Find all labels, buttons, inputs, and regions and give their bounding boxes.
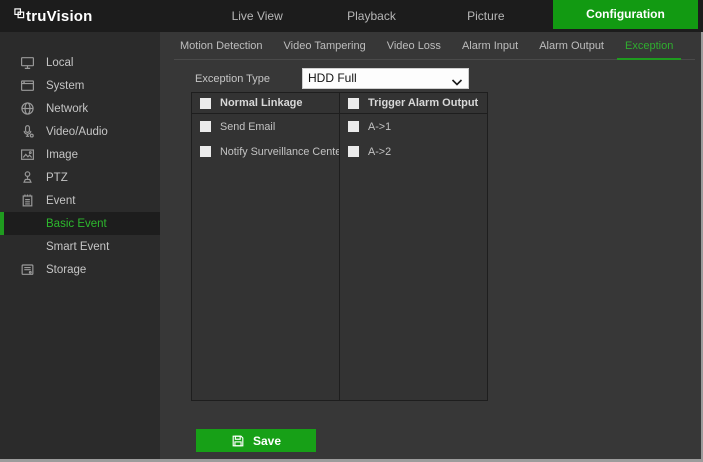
checkbox-normal-linkage[interactable] [200, 97, 211, 109]
window-icon [20, 78, 35, 93]
image-icon [20, 147, 35, 162]
tab-alarm-output[interactable]: Alarm Output [533, 40, 610, 59]
sidebar-item-local[interactable]: Local [0, 51, 160, 74]
linkage-column-normal-linkage: Normal Linkage Send Email Notify Surveilla… [191, 92, 345, 401]
sidebar-item-storage[interactable]: Storage [0, 258, 160, 281]
logo-text: truVision [26, 8, 93, 25]
sidebar-item-smart-event[interactable]: Smart Event [0, 235, 160, 258]
storage-icon [20, 262, 35, 277]
nav-item-configuration[interactable]: Configuration [553, 0, 698, 29]
sidebar-item-label: Local [46, 56, 74, 69]
checkbox-a-1[interactable] [348, 121, 359, 132]
app-logo: truVision [14, 6, 93, 25]
checkbox-send-email[interactable] [200, 121, 211, 132]
sidebar-item-label: Basic Event [46, 217, 107, 230]
tab-exception[interactable]: Exception [616, 40, 682, 60]
sidebar-item-network[interactable]: Network [0, 97, 160, 120]
sidebar-item-label: Event [46, 194, 76, 207]
nav-item-playback[interactable]: Playback [314, 0, 428, 32]
tab-motion-detection[interactable]: Motion Detection [174, 40, 269, 59]
save-row: Save [196, 429, 703, 452]
sidebar-item-label: Video/Audio [46, 125, 108, 138]
main-content: Motion Detection Video Tampering Video Los… [160, 32, 703, 459]
linkage-item-notify-surveillance-center: Notify Surveillance Center [192, 139, 345, 164]
column-header-label: Normal Linkage [220, 97, 303, 109]
exception-type-value: HDD Full [308, 71, 357, 85]
sidebar-item-ptz[interactable]: PTZ [0, 166, 160, 189]
ptz-icon [20, 170, 35, 185]
microphone-icon [20, 124, 35, 139]
save-label: Save [252, 433, 282, 448]
checkbox-trigger-alarm-output[interactable] [348, 97, 359, 109]
linkage-item-label: A->1 [368, 120, 392, 133]
sidebar-item-video-audio[interactable]: Video/Audio [0, 120, 160, 143]
monitor-icon [20, 55, 35, 70]
exception-type-label: Exception Type [195, 72, 271, 85]
linkage-item-label: Notify Surveillance Center [220, 145, 345, 158]
column-header-label: Trigger Alarm Output [368, 97, 479, 109]
checkbox-a-2[interactable] [348, 146, 359, 157]
sidebar-item-label: Storage [46, 263, 87, 276]
sidebar-item-label: Smart Event [46, 240, 110, 253]
sidebar-item-label: System [46, 79, 85, 92]
save-icon [231, 434, 245, 448]
linkage-item-a-2: A->2 [340, 139, 487, 164]
exception-type-select[interactable]: HDD Full [302, 68, 469, 89]
nav-item-picture[interactable]: Picture [429, 0, 543, 32]
column-header-normal-linkage: Normal Linkage [192, 93, 339, 114]
exception-type-row: Exception Type HDD Full [195, 68, 703, 89]
sidebar-item-event[interactable]: Event [0, 189, 160, 212]
event-icon [20, 193, 35, 208]
tab-bar: Motion Detection Video Tampering Video Los… [174, 32, 695, 60]
column-header-trigger-alarm-output: Trigger Alarm Output [340, 93, 487, 114]
topbar: truVision Live View Playback Picture Confi… [0, 0, 703, 32]
linkage-item-a-1: A->1 [340, 114, 487, 139]
chevron-down-icon [451, 74, 463, 86]
tab-alarm-input[interactable]: Alarm Input [456, 40, 524, 59]
sidebar: Local System Network Video/Audio Image PTZ Eve… [0, 32, 160, 459]
sidebar-item-label: Network [46, 102, 89, 115]
linkage-panel: Normal Linkage Send Email Notify Surveilla… [191, 92, 703, 401]
logo-icon [14, 6, 25, 19]
linkage-item-label: A->2 [368, 145, 392, 158]
save-button[interactable]: Save [196, 429, 316, 452]
sidebar-item-image[interactable]: Image [0, 143, 160, 166]
checkbox-notify-surveillance-center[interactable] [200, 146, 211, 157]
top-nav: Live View Playback Picture [200, 0, 543, 32]
sidebar-item-system[interactable]: System [0, 74, 160, 97]
sidebar-item-label: Image [46, 148, 78, 161]
linkage-item-label: Send Email [220, 120, 276, 133]
tab-video-loss[interactable]: Video Loss [381, 40, 447, 59]
linkage-column-trigger-alarm-output: Trigger Alarm Output A->1 A->2 [339, 92, 488, 401]
sidebar-item-label: PTZ [46, 171, 68, 184]
tab-video-tampering[interactable]: Video Tampering [278, 40, 372, 59]
linkage-item-send-email: Send Email [192, 114, 339, 139]
sidebar-item-basic-event[interactable]: Basic Event [0, 212, 160, 235]
globe-icon [20, 101, 35, 116]
nav-item-live-view[interactable]: Live View [200, 0, 314, 32]
